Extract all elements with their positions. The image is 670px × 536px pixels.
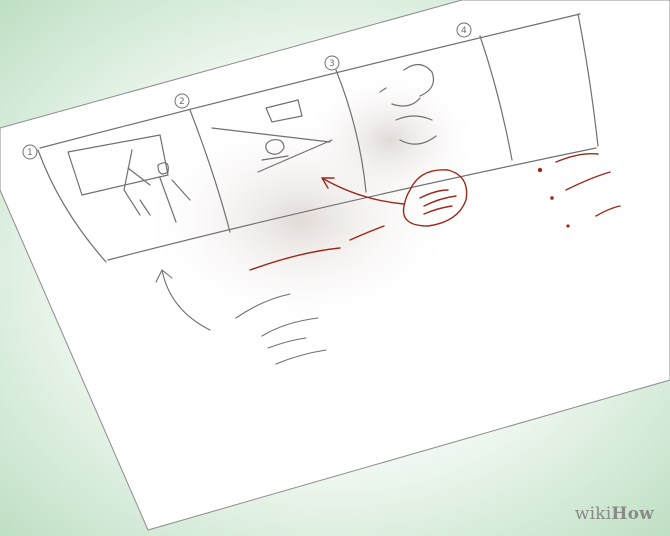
watermark-wiki: wiki (574, 504, 612, 524)
wikihow-watermark: wikiHow (575, 504, 654, 524)
frame-number-3: 3 (329, 59, 335, 69)
storyboard-illustration: 1 2 3 4 wikiHow (0, 0, 670, 536)
frame-number-4: 4 (461, 26, 467, 36)
watermark-how: How (611, 504, 654, 524)
frame-number-1: 1 (27, 148, 33, 158)
frame-number-2: 2 (179, 97, 185, 107)
illustration-canvas: 1 2 3 4 (0, 0, 670, 536)
paper-smudge (300, 70, 480, 210)
